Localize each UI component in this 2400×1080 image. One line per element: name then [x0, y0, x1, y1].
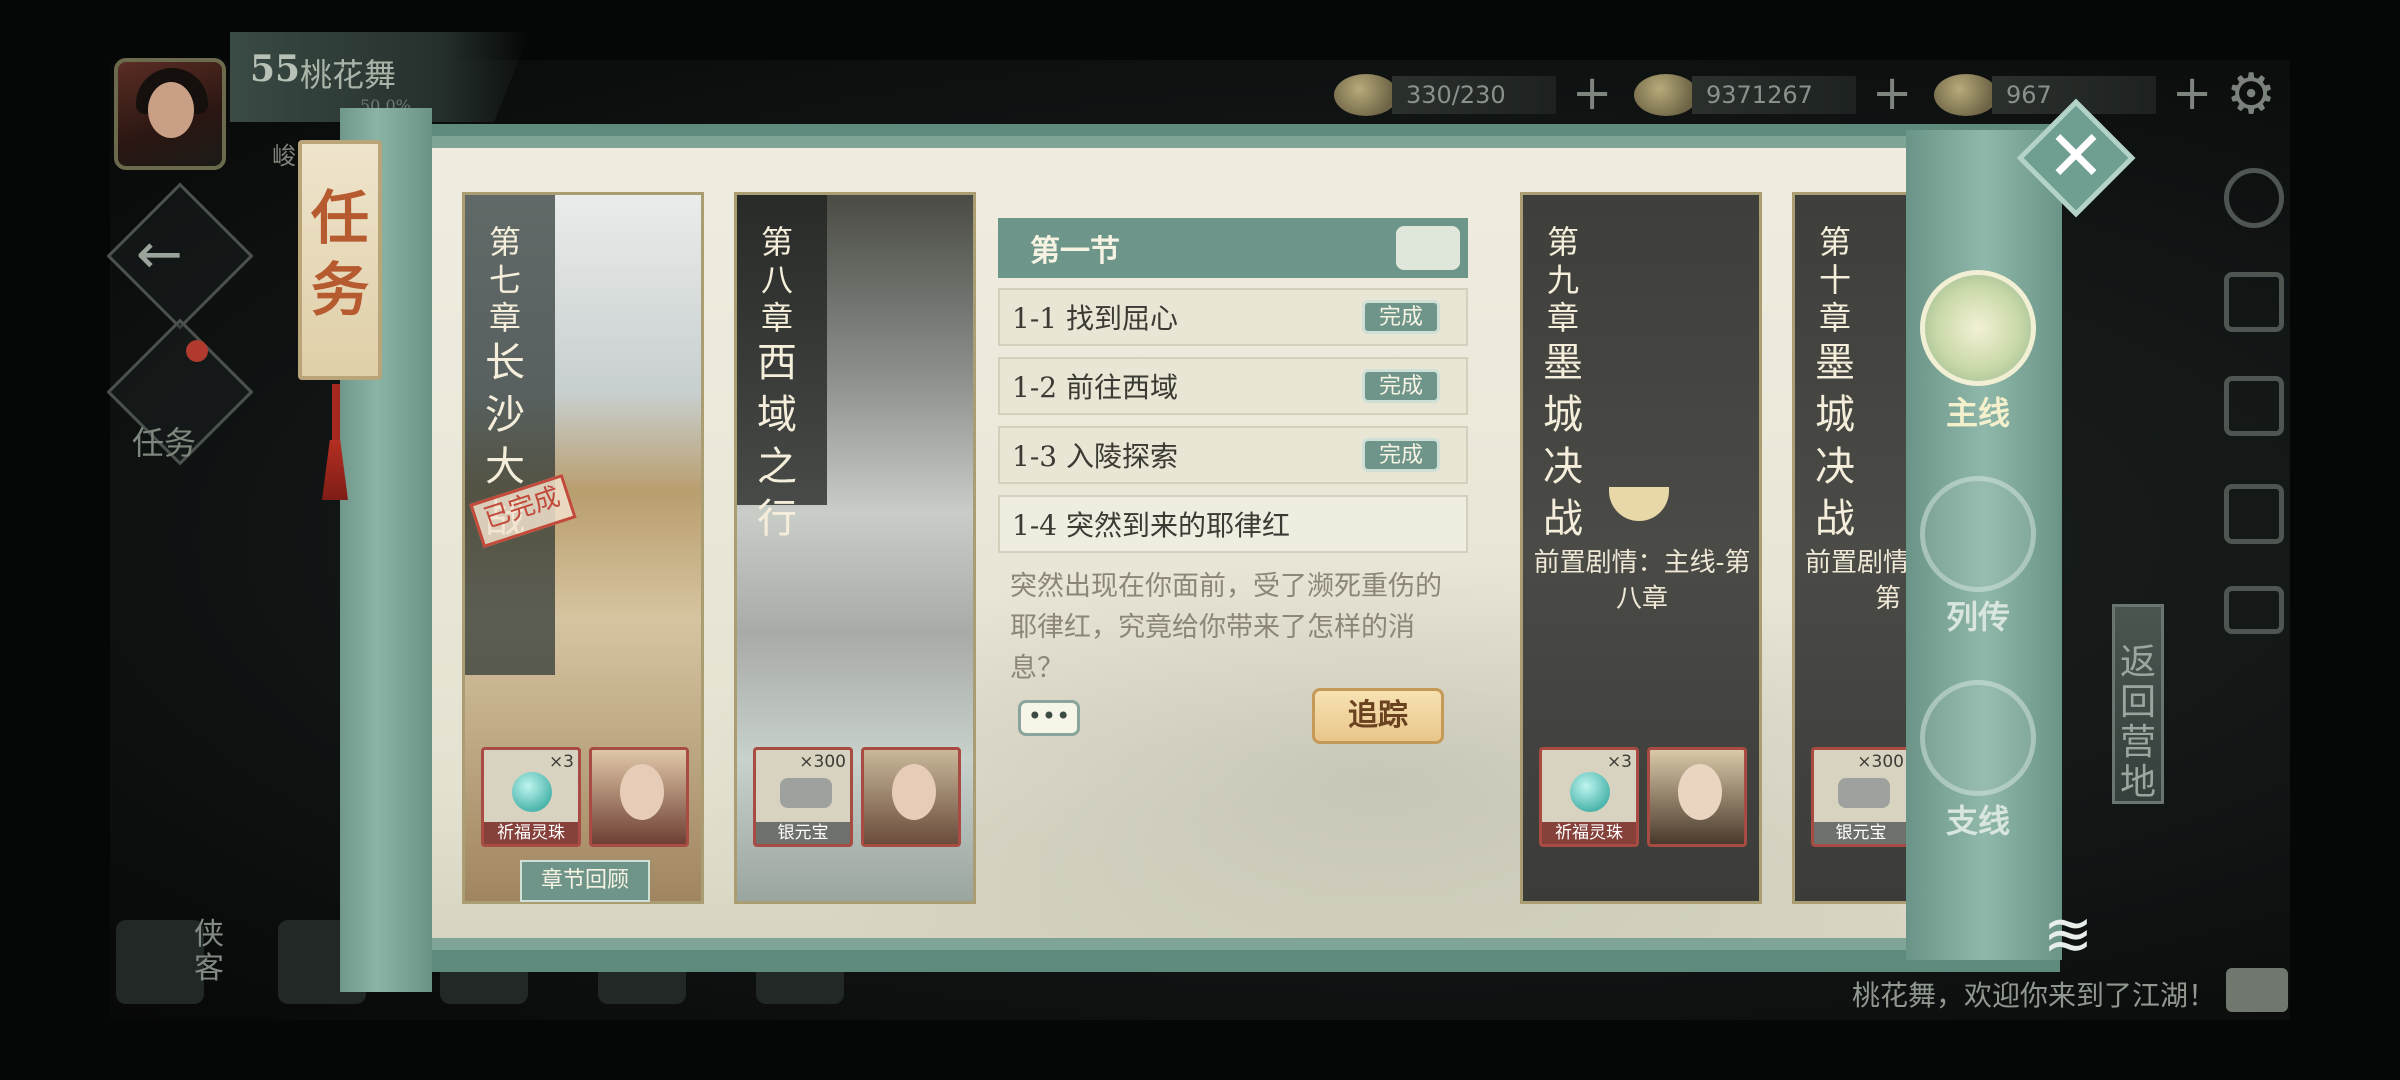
player-sub-label: 峻	[272, 142, 296, 170]
reward-name: 银元宝	[1814, 822, 1908, 844]
xiake-label: 侠客	[194, 917, 224, 986]
modal-title: 任务	[310, 184, 369, 324]
paper-icon	[1920, 680, 2036, 796]
orb-icon	[512, 772, 552, 812]
more-dialog-button[interactable]: •••	[1018, 700, 1080, 736]
reward-item[interactable]: ×300 银元宝	[1811, 747, 1909, 847]
quest-row[interactable]: 1-1 找到屈心 完成	[998, 288, 1468, 346]
quest-complete-badge: 完成	[1362, 300, 1440, 334]
quest-complete-badge: 完成	[1362, 438, 1440, 472]
quest-row[interactable]: 1-3 入陵探索 完成	[998, 426, 1468, 484]
reward-count: ×3	[1606, 752, 1632, 772]
tab-label: 主线	[1945, 394, 2010, 432]
book-icon	[1920, 476, 2036, 592]
prerequisite-text: 前置剧情	[1805, 548, 1910, 578]
return-camp-button[interactable]: 返回营地	[2112, 604, 2164, 804]
chapter-title: 第十章 墨城决战	[1807, 223, 1863, 545]
open-book-icon[interactable]	[2224, 586, 2284, 634]
quest-row-active[interactable]: 1-4 突然到来的耶律红	[998, 495, 1468, 553]
chapter-number: 第十章	[1818, 223, 1851, 337]
chapter-title: 第九章 墨城决战	[1535, 223, 1591, 545]
quest-name: 1-1 找到屈心	[1012, 302, 1178, 335]
quest-name: 1-3 入陵探索	[1012, 440, 1178, 473]
copper-value: 9371267	[1692, 76, 1856, 114]
character-portrait	[1678, 764, 1722, 820]
gear-icon[interactable]: ⚙	[2226, 62, 2276, 127]
chapter-card-7[interactable]: 第七章 长沙大战 ×3 祈福灵珠	[462, 192, 704, 904]
add-stamina-button[interactable]: +	[1572, 69, 1612, 117]
chapter-number: 第八章	[760, 223, 793, 337]
chapter-title: 第八章 西域之行	[749, 223, 805, 545]
scroll-icon	[1920, 270, 2036, 386]
stamina-value: 330/230	[1392, 76, 1556, 114]
chapter-number: 第七章	[488, 223, 521, 337]
tab-main-story[interactable]: 主线	[1920, 270, 2038, 434]
reward-item[interactable]: ×3 祈福灵珠	[481, 747, 581, 847]
silver-ingot-icon	[1838, 778, 1890, 808]
checklist-icon[interactable]	[2224, 484, 2284, 544]
section-title: 第一节	[1030, 234, 1120, 269]
reward-character[interactable]	[589, 747, 689, 847]
chapter-name: 墨城决战	[1815, 340, 1855, 542]
tab-biography[interactable]: 列传	[1920, 476, 2038, 638]
reward-name: 祈福灵珠	[1542, 822, 1636, 844]
stamina-icon	[1334, 74, 1398, 116]
player-level: 55	[250, 48, 301, 90]
task-side-label: 任务	[132, 424, 197, 462]
treasure-chest-icon[interactable]	[1396, 226, 1460, 270]
chapter-name: 墨城决战	[1543, 340, 1583, 542]
resource-copper: 9371267 +	[1634, 69, 1912, 120]
notification-dot	[186, 340, 208, 362]
quest-name: 1-4 突然到来的耶律红	[1012, 509, 1290, 542]
reward-item[interactable]: ×300 银元宝	[753, 747, 853, 847]
reward-name: 银元宝	[756, 822, 850, 844]
add-gold-button[interactable]: +	[2172, 69, 2212, 117]
quest-complete-badge: 完成	[1362, 369, 1440, 403]
silver-ingot-icon	[780, 778, 832, 808]
reward-item[interactable]: ×3 祈福灵珠	[1539, 747, 1639, 847]
reward-count: ×300	[799, 752, 846, 772]
chapter-review-button[interactable]: 章节回顾	[520, 860, 650, 902]
chapter-name: 西域之行	[757, 340, 797, 542]
lock-icon	[1609, 487, 1669, 521]
character-portrait	[892, 764, 936, 820]
reward-count: ×3	[548, 752, 574, 772]
back-arrow-icon: ←	[136, 222, 183, 287]
character-portrait	[620, 764, 664, 820]
copper-coin-icon	[1634, 74, 1698, 116]
gold-ingot-icon	[1934, 74, 1998, 116]
chapter-card-10[interactable]: 第十章 墨城决战 前置剧情 第 ×300 银元宝	[1792, 192, 1912, 904]
prerequisite-text: 前置剧情：主线-第八章	[1533, 548, 1751, 614]
resource-stamina: 330/230 +	[1334, 69, 1612, 120]
scroll-icon[interactable]	[2224, 376, 2284, 436]
quest-description: 突然出现在你面前，受了濒死重伤的耶律红，究竟给你带来了怎样的消息？	[1010, 571, 1442, 684]
tab-side-quest[interactable]: 支线	[1920, 680, 2038, 842]
team-icon[interactable]	[2224, 168, 2284, 228]
orb-icon	[1570, 772, 1610, 812]
chapter-card-9[interactable]: 第九章 墨城决战 前置剧情：主线-第八章 ×3 祈福灵珠	[1520, 192, 1762, 904]
chat-bubble-icon[interactable]	[2226, 968, 2288, 1012]
tab-label: 列传	[1945, 598, 2010, 636]
player-name: 桃花舞	[300, 56, 397, 94]
reward-count: ×300	[1857, 752, 1904, 772]
xiake-button[interactable]	[116, 920, 204, 1004]
track-button[interactable]: 追踪	[1312, 688, 1444, 744]
quest-row[interactable]: 1-2 前往西域 完成	[998, 357, 1468, 415]
avatar-face	[148, 82, 194, 138]
close-icon[interactable]: ✕	[2044, 106, 2108, 206]
chat-message: 桃花舞，欢迎你来到了江湖！	[1852, 979, 2217, 1012]
chapter-card-8[interactable]: 第八章 西域之行 ×300 银元宝	[734, 192, 976, 904]
reward-character[interactable]	[1647, 747, 1747, 847]
quest-name: 1-2 前往西域	[1012, 371, 1178, 404]
add-copper-button[interactable]: +	[1872, 69, 1912, 117]
cloud-swirl-icon: ≋	[2042, 900, 2094, 970]
book-icon[interactable]	[2224, 272, 2284, 332]
tab-label: 支线	[1945, 802, 2010, 840]
player-avatar[interactable]	[114, 58, 226, 170]
reward-name: 祈福灵珠	[484, 822, 578, 844]
reward-character[interactable]	[861, 747, 961, 847]
chapter-number: 第九章	[1546, 223, 1579, 337]
